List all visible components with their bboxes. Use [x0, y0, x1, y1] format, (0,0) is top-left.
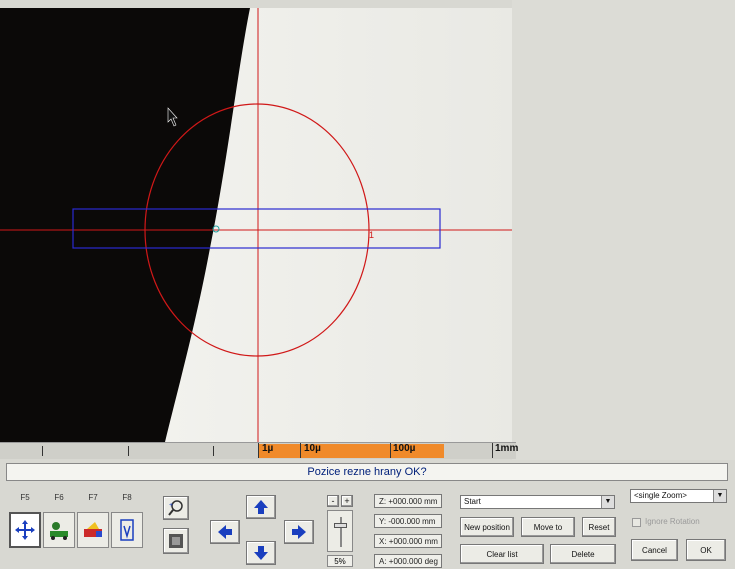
ignore-rotation-checkbox[interactable]: [632, 518, 641, 527]
light-tool-button[interactable]: [77, 512, 109, 548]
scale-highlight: [258, 444, 444, 458]
ok-button[interactable]: OK: [686, 539, 726, 561]
chevron-down-icon: ▼: [713, 490, 726, 502]
chevron-down-icon: ▼: [601, 496, 614, 508]
arrow-right-icon: [292, 525, 306, 539]
move-right-button[interactable]: [284, 520, 314, 544]
position-select-value: Start: [464, 497, 481, 506]
scale-tick: [42, 446, 43, 456]
scale-label-100um: 100µ: [393, 443, 416, 454]
zoom-slider-track: [340, 517, 342, 547]
clear-list-button[interactable]: Clear list: [460, 544, 544, 564]
fkey-label-f5: F5: [20, 493, 30, 502]
zoom-slider[interactable]: [327, 510, 353, 552]
a-readout: A: +000.000 deg: [374, 554, 442, 568]
reset-button[interactable]: Reset: [582, 517, 616, 537]
move-arrows-icon: [15, 520, 35, 540]
light-icon: [84, 522, 102, 537]
move-down-button[interactable]: [246, 541, 276, 565]
camera-view[interactable]: 1: [0, 8, 512, 442]
zoom-mode-value: <single Zoom>: [634, 491, 687, 500]
scale-label-10um: 10µ: [304, 443, 321, 454]
delete-button[interactable]: Delete: [550, 544, 616, 564]
scale-tick: [390, 443, 391, 458]
scale-label-1mm: 1mm: [495, 443, 519, 454]
arrow-left-icon: [218, 525, 232, 539]
move-to-button[interactable]: Move to: [521, 517, 575, 537]
fkey-label-f8: F8: [122, 493, 132, 502]
part-tool-button[interactable]: [43, 512, 75, 548]
part-icon: [50, 522, 68, 540]
zoom-mode-select[interactable]: <single Zoom> ▼: [630, 489, 727, 503]
scale-tick: [492, 443, 493, 458]
fkey-label-f7: F7: [88, 493, 98, 502]
y-readout: Y: -000.000 mm: [374, 514, 442, 528]
scale-tick: [213, 446, 214, 456]
cancel-button[interactable]: Cancel: [631, 539, 678, 561]
scale-tick: [258, 443, 259, 458]
new-position-button[interactable]: New position: [460, 517, 514, 537]
camera-image: [0, 8, 512, 442]
zoom-button[interactable]: +: [163, 496, 189, 520]
background-panel: [512, 0, 735, 460]
scale-tick: [300, 443, 301, 458]
marker-label: 1: [369, 230, 375, 240]
move-tool-button[interactable]: [9, 512, 41, 548]
svg-text:+: +: [169, 502, 173, 509]
x-readout: X: +000.000 mm: [374, 534, 442, 548]
fkey-label-f6: F6: [54, 493, 64, 502]
ignore-rotation-label: Ignore Rotation: [645, 517, 700, 526]
scale-tick: [128, 446, 129, 456]
position-select[interactable]: Start ▼: [460, 495, 615, 509]
fixture-icon: [120, 519, 134, 541]
status-message: Pozice rezne hrany OK?: [6, 463, 728, 481]
capture-button[interactable]: [163, 528, 189, 554]
move-left-button[interactable]: [210, 520, 240, 544]
scale-label-1um: 1µ: [262, 443, 274, 454]
zoom-plus-button[interactable]: +: [341, 495, 353, 507]
arrow-down-icon: [254, 546, 268, 560]
capture-icon: [169, 534, 183, 548]
arrow-up-icon: [254, 500, 268, 514]
zoom-minus-button[interactable]: -: [327, 495, 339, 507]
fixture-tool-button[interactable]: [111, 512, 143, 548]
move-up-button[interactable]: [246, 495, 276, 519]
zoom-percent: 5%: [327, 555, 353, 567]
z-readout: Z: +000.000 mm: [374, 494, 442, 508]
zoom-slider-thumb[interactable]: [334, 523, 347, 528]
magnifier-icon: +: [168, 500, 183, 516]
